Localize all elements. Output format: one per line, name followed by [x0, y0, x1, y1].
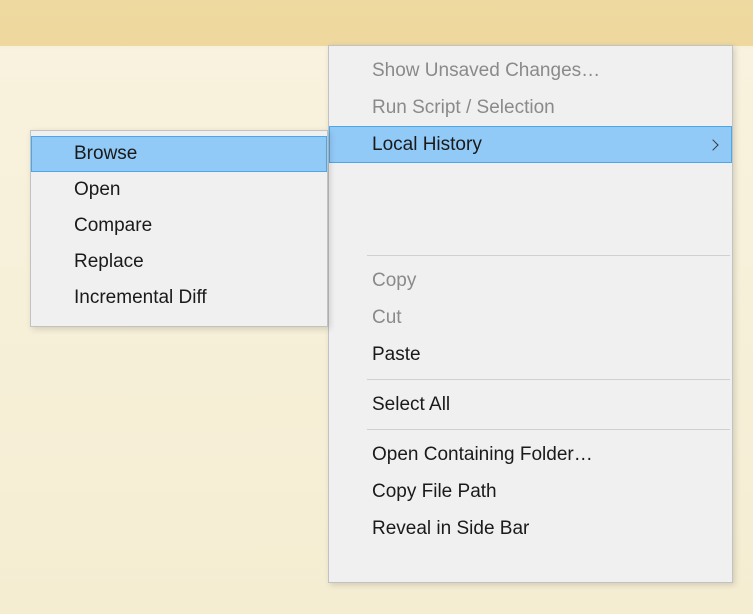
menu-group-script: Show Unsaved Changes… Run Script / Selec…	[329, 46, 732, 126]
menu-item-reveal-in-side-bar[interactable]: Reveal in Side Bar	[329, 510, 732, 547]
menu-item-label: Show Unsaved Changes…	[372, 60, 600, 82]
menu-item-compare[interactable]: Compare	[31, 208, 327, 244]
window-title-bar	[0, 0, 753, 46]
menu-item-label: Local History	[372, 134, 482, 156]
menu-item-label: Copy File Path	[372, 481, 497, 503]
menu-item-label: Open	[74, 179, 120, 201]
menu-item-label: Compare	[74, 215, 152, 237]
menu-item-copy[interactable]: Copy	[329, 262, 732, 299]
menu-item-browse[interactable]: Browse	[31, 136, 327, 172]
menu-item-show-unsaved-changes[interactable]: Show Unsaved Changes…	[329, 52, 732, 89]
menu-item-label: Browse	[74, 143, 137, 165]
menu-item-incremental-diff[interactable]: Incremental Diff	[31, 280, 327, 316]
menu-item-cut[interactable]: Cut	[329, 299, 732, 336]
menu-item-paste[interactable]: Paste	[329, 336, 732, 373]
menu-item-label: Incremental Diff	[74, 287, 207, 309]
menu-item-label: Open Containing Folder…	[372, 444, 593, 466]
menu-item-copy-file-path[interactable]: Copy File Path	[329, 473, 732, 510]
menu-item-label: Reveal in Side Bar	[372, 518, 529, 540]
menu-item-open-containing-folder[interactable]: Open Containing Folder…	[329, 436, 732, 473]
menu-item-label: Cut	[372, 307, 402, 329]
menu-separator	[367, 379, 730, 380]
menu-item-local-history[interactable]: Local History	[329, 126, 732, 163]
menu-item-label: Select All	[372, 394, 450, 416]
menu-separator	[367, 429, 730, 430]
menu-separator	[367, 255, 730, 256]
menu-blank-region	[329, 163, 732, 249]
menu-item-label: Run Script / Selection	[372, 97, 555, 119]
menu-item-run-script[interactable]: Run Script / Selection	[329, 89, 732, 126]
menu-item-label: Paste	[372, 344, 421, 366]
menu-item-select-all[interactable]: Select All	[329, 386, 732, 423]
menu-item-replace[interactable]: Replace	[31, 244, 327, 280]
menu-item-label: Copy	[372, 270, 416, 292]
context-menu-main: Show Unsaved Changes… Run Script / Selec…	[328, 45, 733, 583]
menu-item-label: Replace	[74, 251, 144, 273]
context-menu-local-history: Browse Open Compare Replace Incremental …	[30, 130, 328, 327]
menu-item-open[interactable]: Open	[31, 172, 327, 208]
